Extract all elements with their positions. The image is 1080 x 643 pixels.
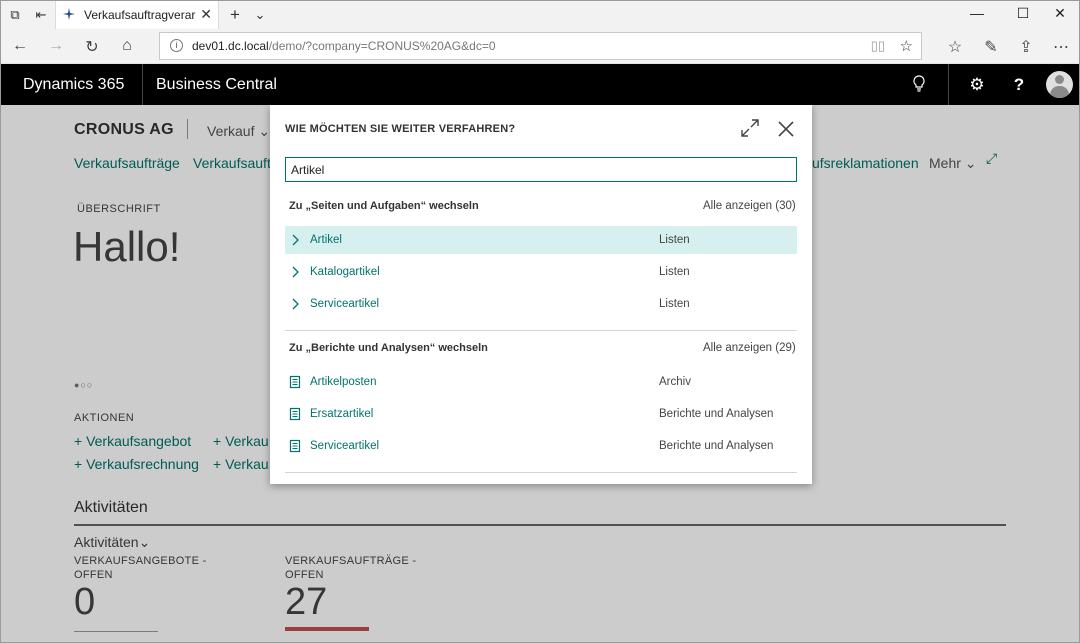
report-icon <box>289 375 301 389</box>
search-input[interactable] <box>285 157 797 182</box>
lightbulb-icon[interactable] <box>907 75 931 97</box>
section-pages-heading: Zu „Seiten und Aufgaben“ wechseln <box>289 200 479 212</box>
result-type: Berichte und Analysen <box>659 440 774 452</box>
reading-view-icon[interactable]: ▯▯ <box>871 38 885 54</box>
tab-manager-icon[interactable]: ⧉ <box>6 6 24 24</box>
tell-me-dialog: WIE MÖCHTEN SIE WEITER VERFAHREN? Zu „Se… <box>270 105 812 484</box>
result-name: Serviceartikel <box>310 298 380 310</box>
chevron-right-icon <box>292 234 299 246</box>
user-avatar[interactable] <box>1046 71 1073 98</box>
browser-tab-bar: ⧉ ⇤ Verkaufsauftragverarbei ✕ + ⌄ — ☐ ✕ <box>1 1 1079 29</box>
section-divider <box>285 330 797 331</box>
settings-gear-icon[interactable]: ⚙ <box>965 75 989 95</box>
result-name: Artikelposten <box>310 376 377 388</box>
brand-separator <box>142 64 143 105</box>
section-reports-show-all[interactable]: Alle anzeigen (29) <box>703 342 796 354</box>
tab-title: Verkaufsauftragverarbei <box>84 8 196 22</box>
address-bar[interactable]: i dev01.dc.local/demo/?company=CRONUS%20… <box>159 32 922 60</box>
close-window-icon[interactable]: ✕ <box>1050 5 1070 22</box>
result-type: Archiv <box>659 376 691 388</box>
result-row[interactable]: Artikelposten Archiv <box>285 368 797 396</box>
result-type: Berichte und Analysen <box>659 408 774 420</box>
report-icon <box>289 407 301 421</box>
dialog-title: WIE MÖCHTEN SIE WEITER VERFAHREN? <box>285 123 516 135</box>
result-row[interactable]: Ersatzartikel Berichte und Analysen <box>285 400 797 428</box>
result-row[interactable]: Artikel Listen <box>285 226 797 254</box>
close-dialog-icon[interactable] <box>776 119 796 139</box>
forward-icon[interactable]: → <box>46 37 66 55</box>
close-tab-icon[interactable]: ✕ <box>200 6 212 23</box>
chevron-right-icon <box>292 266 299 278</box>
site-info-icon[interactable]: i <box>170 39 183 52</box>
result-row[interactable]: Serviceartikel Berichte und Analysen <box>285 432 797 460</box>
brand-business-central[interactable]: Business Central <box>156 76 277 94</box>
brand-dynamics[interactable]: Dynamics 365 <box>23 76 124 94</box>
minimize-icon[interactable]: — <box>967 5 987 21</box>
refresh-icon[interactable]: ↻ <box>82 37 102 57</box>
result-row[interactable]: Serviceartikel Listen <box>285 290 797 318</box>
result-row[interactable]: Katalogartikel Listen <box>285 258 797 286</box>
more-options-icon[interactable]: ⋯ <box>1051 37 1071 57</box>
result-name: Katalogartikel <box>310 266 380 278</box>
result-type: Listen <box>659 266 690 278</box>
report-icon <box>289 439 301 453</box>
app-header: Dynamics 365 Business Central ⚙ ? <box>1 64 1079 105</box>
tab-preview-chevron-icon[interactable]: ⌄ <box>251 6 269 24</box>
home-icon[interactable]: ⌂ <box>117 37 137 55</box>
share-icon[interactable]: ⇪ <box>1016 37 1036 57</box>
result-name: Serviceartikel <box>310 440 380 452</box>
help-icon[interactable]: ? <box>1007 75 1031 95</box>
expand-dialog-icon[interactable] <box>739 117 761 139</box>
result-name: Ersatzartikel <box>310 408 374 420</box>
section-divider <box>285 472 797 473</box>
pen-notes-icon[interactable]: ✎ <box>981 37 1001 57</box>
result-name: Artikel <box>310 234 342 246</box>
section-reports-heading: Zu „Berichte und Analysen“ wechseln <box>289 342 488 354</box>
favorites-hub-icon[interactable]: ☆ <box>945 37 965 57</box>
set-tabs-aside-icon[interactable]: ⇤ <box>32 6 50 24</box>
favorite-star-icon[interactable]: ☆ <box>900 37 913 55</box>
result-type: Listen <box>659 298 690 310</box>
result-type: Listen <box>659 234 690 246</box>
dynamics-favicon-icon <box>63 8 75 20</box>
new-tab-icon[interactable]: + <box>226 6 244 24</box>
url-text: dev01.dc.local/demo/?company=CRONUS%20AG… <box>192 39 496 53</box>
back-icon[interactable]: ← <box>10 37 30 55</box>
browser-tab-active[interactable]: Verkaufsauftragverarbei ✕ <box>55 1 219 29</box>
maximize-icon[interactable]: ☐ <box>1013 5 1033 22</box>
browser-nav-bar: ← → ↻ ⌂ i dev01.dc.local/demo/?company=C… <box>1 29 1079 64</box>
chevron-right-icon <box>292 298 299 310</box>
section-pages-show-all[interactable]: Alle anzeigen (30) <box>703 200 796 212</box>
header-separator <box>948 64 949 105</box>
